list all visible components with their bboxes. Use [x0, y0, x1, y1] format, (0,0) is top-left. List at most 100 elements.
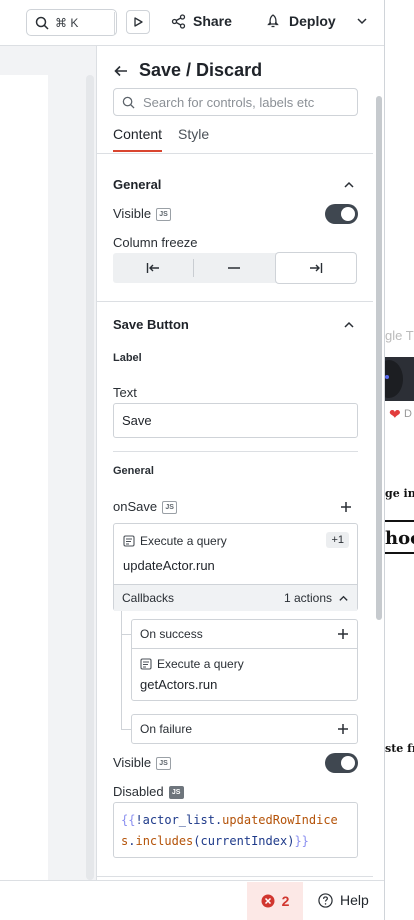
disabled-code-editor[interactable]: {{!actor_list.updatedRowIndices.includes…: [113, 802, 358, 858]
preview-text: ste fr: [385, 742, 414, 755]
action-card[interactable]: Execute a query +1 updateActor.run Callb…: [113, 523, 358, 611]
share-button[interactable]: Share: [171, 13, 232, 29]
on-success-callback: On success Execute a query getActors.run: [131, 619, 358, 701]
query-icon: [140, 658, 152, 670]
help-button[interactable]: Help: [318, 892, 369, 908]
preview-text: hoo: [385, 528, 414, 549]
search-icon: [122, 96, 135, 109]
action-type-label: Execute a query: [157, 657, 244, 671]
top-bar: ⌘ K Share Deploy: [0, 0, 384, 46]
column-freeze-label: Column freeze: [113, 235, 198, 250]
on-failure-label: On failure: [140, 722, 193, 736]
chevron-down-icon[interactable]: [356, 15, 368, 27]
property-pane: Save / Discard Content Style General Vis…: [96, 46, 373, 880]
text-field[interactable]: Save: [113, 403, 358, 438]
preview-text: D: [404, 408, 412, 420]
callback-action-card[interactable]: Execute a query getActors.run: [132, 648, 357, 700]
share-label: Share: [193, 13, 232, 29]
js-toggle-icon[interactable]: JS: [156, 757, 172, 771]
pane-scrollbar[interactable]: [376, 96, 382, 620]
freeze-right-option[interactable]: [275, 253, 356, 283]
back-arrow-icon[interactable]: [113, 63, 129, 79]
callbacks-label: Callbacks: [122, 591, 175, 605]
code-token: includes: [135, 834, 194, 848]
code-token: }}: [294, 834, 309, 848]
share-icon: [171, 13, 186, 29]
visible-label: Visible JS: [113, 206, 172, 222]
add-callback-icon[interactable]: [337, 723, 349, 735]
save-visible-label: Visible JS: [113, 755, 172, 771]
tab-style[interactable]: Style: [178, 126, 209, 152]
heart-icon: ❤: [389, 406, 401, 422]
preview-text: ge inf: [385, 487, 414, 500]
js-toggle-icon[interactable]: JS: [168, 786, 184, 800]
js-toggle-icon[interactable]: JS: [162, 501, 178, 515]
error-icon: [261, 894, 275, 908]
command-search-button[interactable]: ⌘ K: [26, 9, 117, 36]
action-type-label: Execute a query: [140, 534, 227, 548]
canvas-widget-area: [0, 75, 48, 880]
freeze-left-option[interactable]: [113, 253, 193, 283]
add-callback-icon[interactable]: [337, 628, 349, 640]
chevron-up-icon[interactable]: [343, 319, 355, 331]
callbacks-count: 1 actions: [283, 591, 332, 605]
preview-button[interactable]: [126, 10, 150, 34]
tree-connector: [121, 611, 122, 729]
text-field-value: Save: [122, 413, 152, 428]
tree-connector: [121, 634, 131, 635]
extra-actions-badge: +1: [326, 532, 349, 548]
deploy-button[interactable]: Deploy: [266, 13, 336, 29]
no-freeze-option[interactable]: [194, 253, 274, 283]
app-preview-strip: gle Tr ❤ D ge inf hoo ste fr: [384, 0, 414, 920]
minus-icon: [228, 267, 241, 269]
deploy-label: Deploy: [289, 13, 336, 29]
play-icon: [134, 17, 143, 27]
visible-label-text: Visible: [113, 206, 152, 221]
chevron-up-icon: [339, 595, 348, 601]
code-token: !actor_list: [135, 813, 215, 827]
divider: [97, 301, 373, 302]
code-token: {{: [121, 813, 136, 827]
label-subsection-title: Label: [113, 352, 142, 364]
preview-dot: [385, 375, 389, 379]
help-label: Help: [340, 892, 369, 908]
property-search[interactable]: [113, 88, 358, 116]
widget-name[interactable]: Save / Discard: [139, 60, 262, 81]
section-title-general[interactable]: General: [113, 177, 161, 192]
callback-query-name: getActors.run: [140, 677, 218, 692]
divider: [114, 12, 115, 34]
general-subsection-title: General: [113, 465, 154, 477]
pane-tabs: Content Style: [113, 126, 225, 152]
divider: [97, 876, 373, 877]
help-icon: [318, 892, 333, 908]
text-label: Text: [113, 385, 137, 400]
preview-text: gle Tr: [385, 328, 414, 343]
section-title-save-button[interactable]: Save Button: [113, 317, 189, 332]
divider: [97, 153, 373, 154]
bottom-bar: 2 Help: [0, 880, 384, 920]
callbacks-toggle[interactable]: Callbacks 1 actions: [114, 584, 357, 611]
disabled-label: Disabled JS: [113, 784, 184, 800]
on-failure-header: On failure: [132, 715, 357, 743]
pane-header: Save / Discard: [113, 60, 262, 81]
js-toggle-icon[interactable]: JS: [156, 208, 172, 222]
query-icon: [123, 535, 135, 547]
on-success-header: On success: [132, 620, 357, 648]
save-visible-label-text: Visible: [113, 755, 152, 770]
on-save-label: onSave JS: [113, 499, 178, 515]
action-type-row: Execute a query: [140, 657, 349, 671]
chevron-up-icon[interactable]: [343, 179, 355, 191]
save-visible-toggle[interactable]: [325, 753, 358, 773]
search-icon: [35, 16, 49, 30]
disabled-label-text: Disabled: [113, 784, 164, 799]
rocket-icon: [267, 13, 279, 27]
freeze-left-icon: [146, 263, 160, 273]
canvas-scrollbar[interactable]: [86, 75, 94, 880]
add-action-icon[interactable]: [340, 501, 352, 513]
code-token: (: [193, 834, 201, 848]
error-count-button[interactable]: 2: [247, 882, 303, 920]
visible-toggle[interactable]: [325, 204, 358, 224]
shortcut-label: ⌘ K: [55, 15, 79, 30]
search-input[interactable]: [143, 94, 343, 110]
tab-content[interactable]: Content: [113, 126, 163, 152]
